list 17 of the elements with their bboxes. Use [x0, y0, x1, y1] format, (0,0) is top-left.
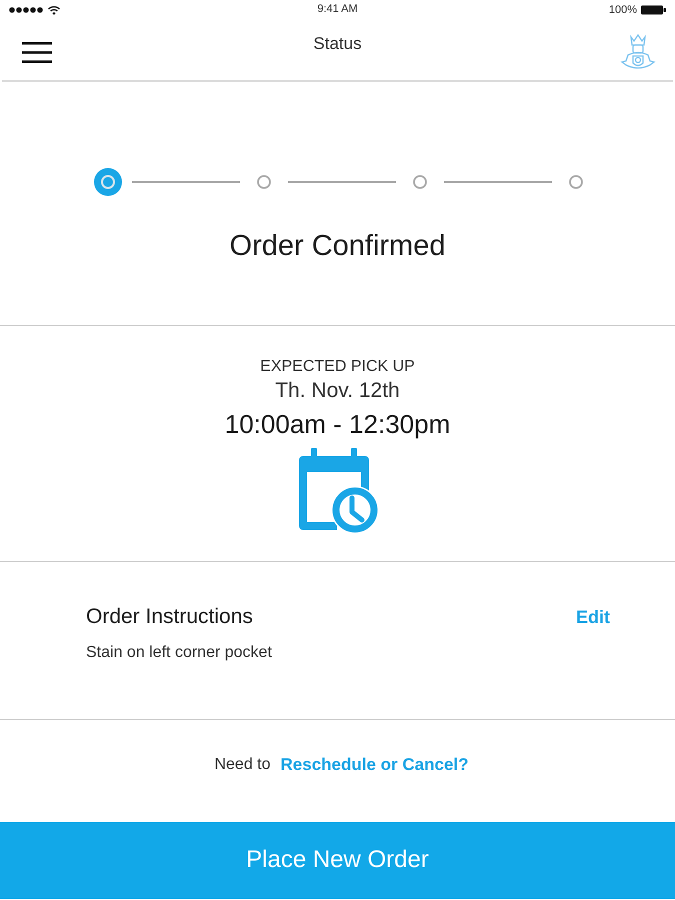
- place-new-order-button[interactable]: Place New Order: [0, 822, 675, 899]
- pickup-time-window: 10:00am - 12:30pm: [224, 408, 450, 440]
- signal-dots-icon: [9, 7, 43, 13]
- wifi-icon: [48, 6, 60, 14]
- instructions-title: Order Instructions: [86, 605, 253, 629]
- reschedule-prompt: Need to: [214, 756, 271, 774]
- battery-icon: [641, 5, 666, 15]
- screen-title: Status: [313, 34, 362, 54]
- pickup-label: EXPECTED PICK UP: [260, 357, 415, 377]
- reschedule-cancel-link[interactable]: Reschedule or Cancel?: [280, 755, 469, 775]
- order-status: Order Confirmed: [228, 230, 446, 262]
- battery-percent: 100%: [608, 4, 637, 16]
- menu-icon[interactable]: [22, 42, 52, 62]
- edit-link[interactable]: Edit: [576, 606, 610, 628]
- pickup-date: Th. Nov. 12th: [275, 378, 400, 404]
- clock-time: 9:41 AM: [317, 3, 358, 15]
- instructions-text: Stain on left corner pocket: [86, 643, 273, 663]
